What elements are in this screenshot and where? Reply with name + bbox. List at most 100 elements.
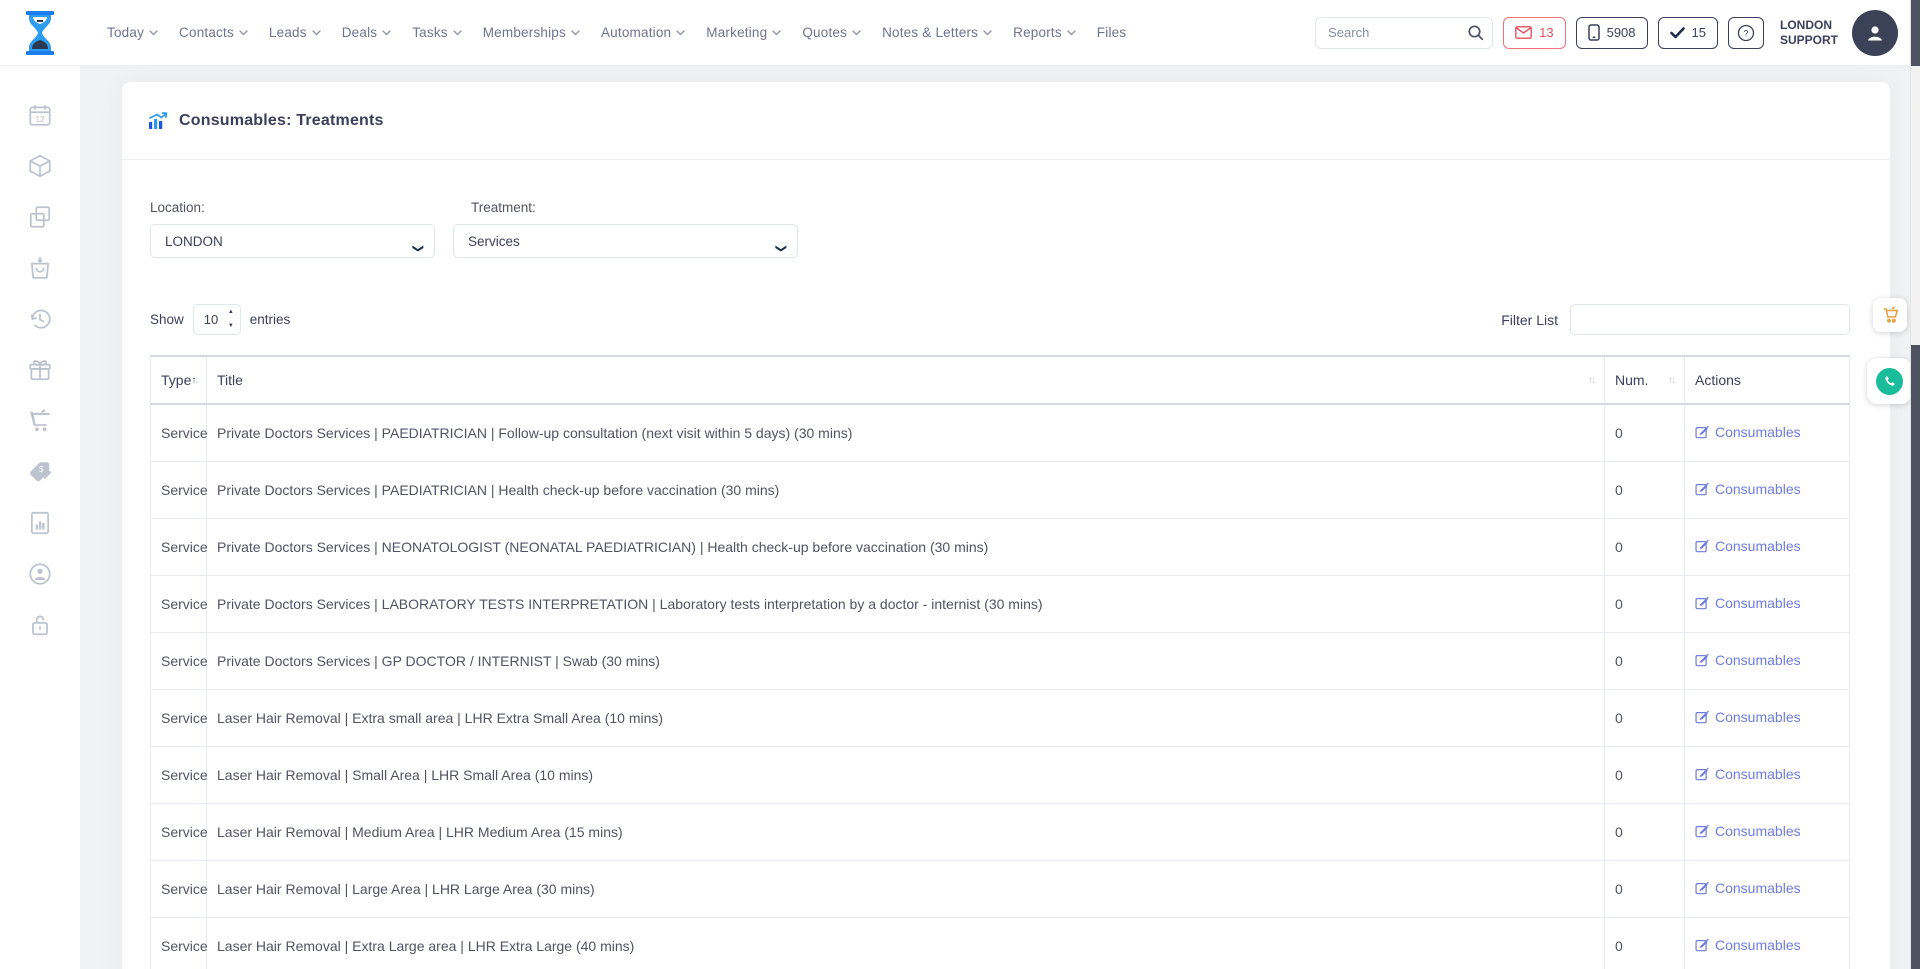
gift-icon[interactable] — [27, 357, 53, 383]
cart-icon — [1881, 306, 1900, 324]
nav-item[interactable]: Today — [107, 25, 158, 40]
lock-icon[interactable] — [27, 612, 53, 638]
tasks-badge[interactable]: 15 — [1658, 17, 1718, 49]
type-cell: Service — [151, 519, 207, 576]
help-icon: ? — [1737, 24, 1755, 42]
edit-icon — [1695, 938, 1709, 952]
type-cell: Service — [151, 633, 207, 690]
nav-item-label: Leads — [269, 25, 307, 40]
edit-icon — [1695, 425, 1709, 439]
calls-badge[interactable]: 5908 — [1576, 17, 1648, 49]
chevron-down-icon — [149, 30, 158, 36]
user-name: LONDON SUPPORT — [1780, 18, 1838, 48]
table-row: Service Private Doctors Services | LABOR… — [151, 576, 1850, 633]
top-right-tools: 13 5908 15 ? LONDON SUPPORT — [1315, 10, 1920, 56]
help-button[interactable]: ? — [1728, 17, 1764, 49]
page-size-select[interactable]: 10 — [193, 304, 241, 335]
title-cell: Laser Hair Removal | Small Area | LHR Sm… — [207, 747, 1605, 804]
page-scrollbar[interactable] — [1910, 0, 1920, 969]
edit-icon — [1695, 596, 1709, 610]
floating-cart-button[interactable] — [1873, 298, 1907, 332]
column-header-title[interactable]: Title↑↓ — [207, 356, 1605, 404]
page-title: Consumables: Treatments — [179, 112, 384, 130]
edit-icon — [1695, 539, 1709, 553]
scrollbar-thumb-top[interactable] — [1911, 0, 1920, 66]
svg-text:$: $ — [39, 465, 44, 474]
consumables-link[interactable]: Consumables — [1695, 766, 1801, 782]
messages-badge[interactable]: 13 — [1503, 17, 1565, 49]
consumables-link[interactable]: Consumables — [1695, 709, 1801, 725]
nav-item-label: Files — [1097, 25, 1127, 40]
entries-label: entries — [250, 312, 291, 327]
page-content: Consumables: Treatments Location: LONDON… — [80, 0, 1920, 969]
consumables-link[interactable]: Consumables — [1695, 538, 1801, 554]
nav-item[interactable]: Marketing — [706, 25, 781, 40]
sort-icon[interactable]: ↑↓ — [191, 375, 197, 386]
table-row: Service Private Doctors Services | GP DO… — [151, 633, 1850, 690]
chevron-down-icon — [312, 30, 321, 36]
consumables-link[interactable]: Consumables — [1695, 823, 1801, 839]
location-label: Location: — [150, 200, 435, 215]
search-input[interactable] — [1328, 25, 1467, 40]
scrollbar-thumb[interactable] — [1911, 345, 1920, 969]
nav-item[interactable]: Reports — [1013, 25, 1076, 40]
search-icon[interactable] — [1467, 24, 1484, 41]
actions-cell: Consumables — [1685, 804, 1850, 861]
chevron-down-icon — [382, 30, 391, 36]
nav-item[interactable]: Automation — [601, 25, 685, 40]
table-row: Service Laser Hair Removal | Medium Area… — [151, 804, 1850, 861]
cart-icon[interactable] — [27, 408, 53, 434]
table-controls: Show 10 entries Filter List — [150, 304, 1850, 335]
consumables-link[interactable]: Consumables — [1695, 481, 1801, 497]
chevron-down-icon — [983, 30, 992, 36]
check-icon — [1670, 27, 1685, 39]
column-header-type[interactable]: Type↑↓ — [151, 356, 207, 404]
nav-item[interactable]: Contacts — [179, 25, 248, 40]
table-row: Service Laser Hair Removal | Large Area … — [151, 861, 1850, 918]
actions-cell: Consumables — [1685, 633, 1850, 690]
nav-item[interactable]: Deals — [342, 25, 392, 40]
envelope-icon — [1515, 26, 1532, 39]
nav-item-label: Memberships — [483, 25, 566, 40]
treatment-label: Treatment: — [471, 200, 798, 215]
consumables-link[interactable]: Consumables — [1695, 880, 1801, 896]
report-icon[interactable] — [27, 510, 53, 536]
consumables-link[interactable]: Consumables — [1695, 652, 1801, 668]
package-icon[interactable] — [27, 153, 53, 179]
user-avatar[interactable] — [1852, 10, 1898, 56]
main-nav: Today Contacts Leads Deals Tasks — [107, 25, 1126, 40]
calendar-icon[interactable]: 12 — [27, 102, 53, 128]
nav-item[interactable]: Notes & Letters — [882, 25, 992, 40]
filter-list-input[interactable] — [1570, 304, 1850, 335]
history-icon[interactable] — [27, 306, 53, 332]
floating-phone-button[interactable] — [1867, 358, 1911, 404]
edit-icon — [1695, 482, 1709, 496]
svg-text:12: 12 — [35, 115, 45, 124]
shopping-bag-icon[interactable] — [27, 255, 53, 281]
column-header-num[interactable]: Num.↑↓ — [1605, 356, 1685, 404]
nav-item[interactable]: Memberships — [483, 25, 580, 40]
sort-icon[interactable]: ↑↓ — [1668, 375, 1674, 386]
nav-item[interactable]: Quotes — [802, 25, 861, 40]
treatment-select[interactable]: Services — [453, 224, 798, 258]
title-cell: Private Doctors Services | NEONATOLOGIST… — [207, 519, 1605, 576]
location-select[interactable]: LONDON — [150, 224, 435, 258]
app-logo[interactable] — [0, 10, 80, 56]
filter-list-label: Filter List — [1501, 312, 1558, 328]
sort-icon[interactable]: ↑↓ — [1588, 375, 1594, 386]
consumables-link[interactable]: Consumables — [1695, 937, 1801, 953]
title-cell: Laser Hair Removal | Large Area | LHR La… — [207, 861, 1605, 918]
show-label: Show — [150, 312, 184, 327]
price-tag-icon[interactable]: $ — [27, 459, 53, 485]
account-sync-icon[interactable] — [27, 561, 53, 587]
copy-icon[interactable] — [27, 204, 53, 230]
nav-item-label: Automation — [601, 25, 671, 40]
consumables-link[interactable]: Consumables — [1695, 424, 1801, 440]
num-cell: 0 — [1605, 633, 1685, 690]
nav-item[interactable]: Leads — [269, 25, 321, 40]
consumables-link[interactable]: Consumables — [1695, 595, 1801, 611]
nav-item[interactable]: Files — [1097, 25, 1127, 40]
actions-cell: Consumables — [1685, 576, 1850, 633]
chevron-down-icon — [571, 30, 580, 36]
nav-item[interactable]: Tasks — [412, 25, 462, 40]
